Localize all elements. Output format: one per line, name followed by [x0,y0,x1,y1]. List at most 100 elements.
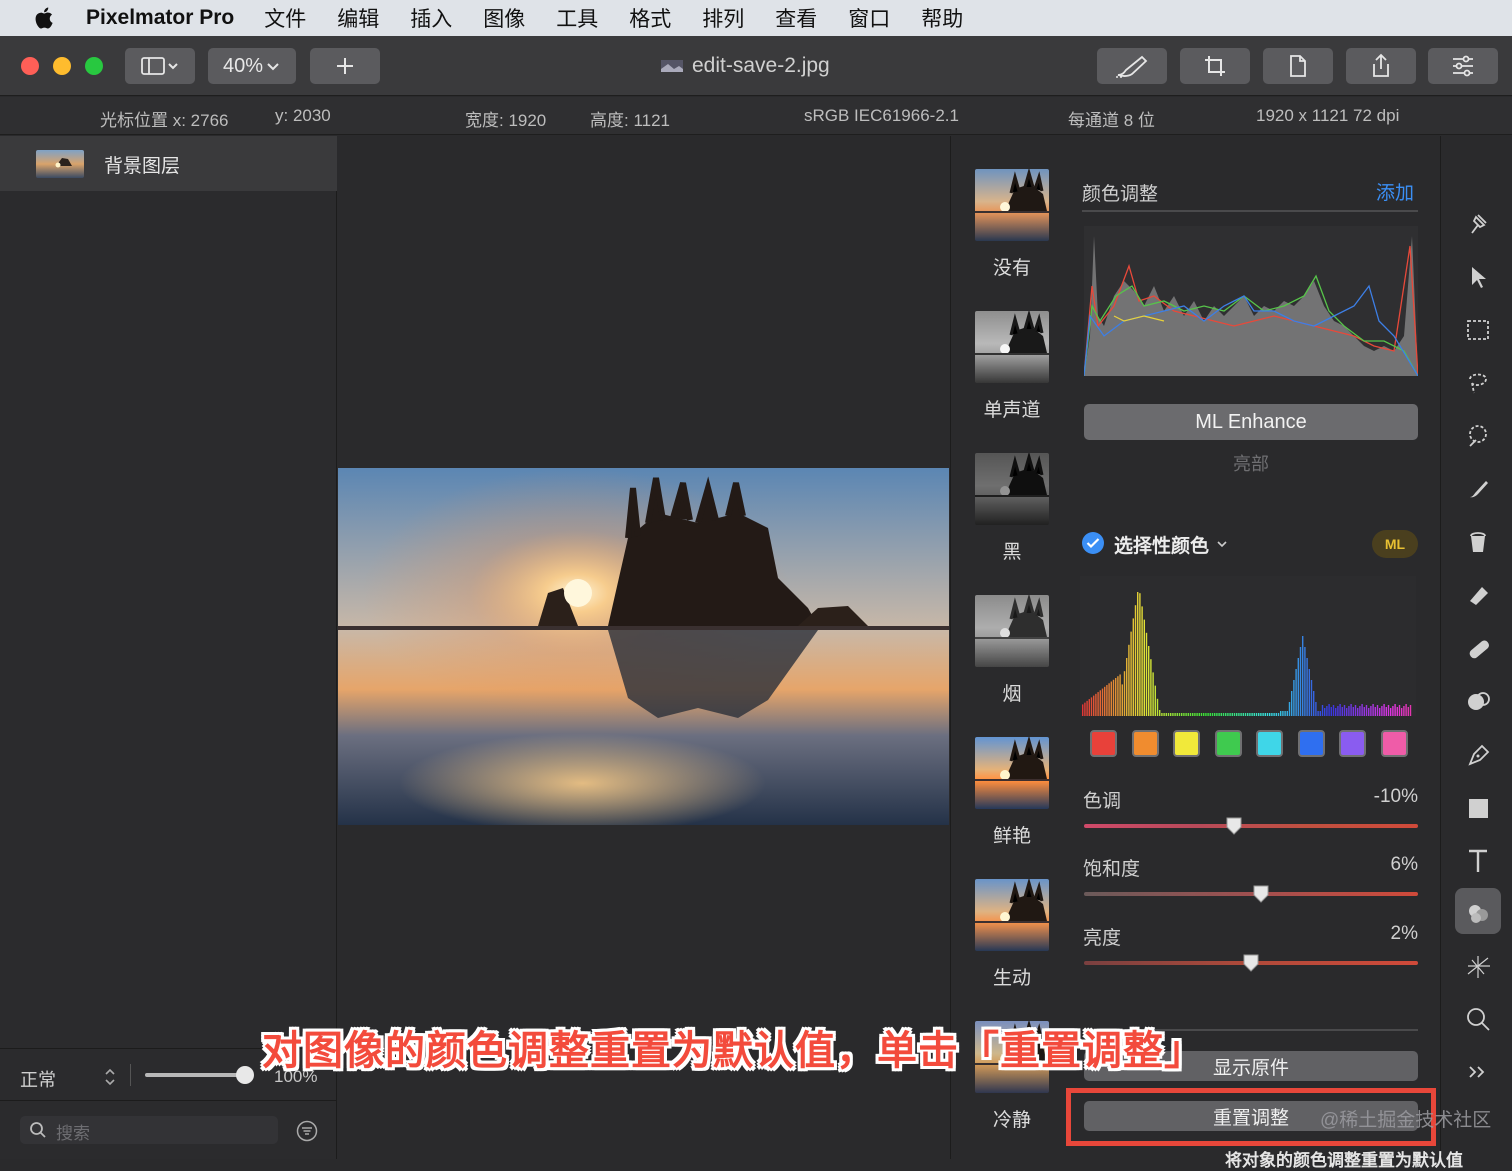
paint-bucket-tool[interactable] [1463,527,1493,557]
rect-select-tool[interactable] [1463,315,1493,345]
menu-tools[interactable]: 工具 [556,3,598,33]
color-swatch-yellow[interactable] [1173,730,1200,757]
menu-insert[interactable]: 插入 [410,3,452,33]
share-button[interactable] [1346,48,1416,84]
histogram-bar [1097,692,1099,716]
hue-value[interactable]: -10% [1374,786,1418,808]
ml-enhance-button[interactable]: ML Enhance [1084,404,1418,440]
text-tool[interactable] [1463,845,1493,875]
effects-tool[interactable] [1463,951,1493,981]
blend-mode-select[interactable]: 正常 [20,1066,56,1092]
lightness-slider-knob[interactable] [1242,953,1260,973]
chevron-down-icon [267,63,279,71]
pin-tool[interactable] [1463,210,1493,240]
histogram-bar [1161,713,1163,716]
more-tools-tool[interactable] [1463,1057,1493,1087]
color-swatch-cyan[interactable] [1256,730,1283,757]
color-swatch-blue[interactable] [1297,730,1325,757]
histogram-bar [1284,711,1286,716]
preset-label: 冷静 [992,1110,1031,1131]
histogram-bar [1302,636,1304,716]
presets-column: 没有单声道黑烟鲜艳生动冷静 [950,136,1070,1159]
opacity-slider[interactable] [145,1073,245,1077]
filter-icon[interactable] [296,1120,318,1142]
selective-color-title[interactable]: 选择性颜色 [1114,531,1209,558]
color-swatch-red[interactable] [1090,730,1117,757]
color-adjust-tool[interactable] [1463,898,1493,928]
search-icon [30,1122,46,1138]
histogram-bar [1095,693,1097,716]
histogram-bar [1313,691,1315,716]
ml-badge[interactable]: ML [1372,530,1418,558]
add-button[interactable] [310,48,380,84]
saturation-slider[interactable] [1084,892,1418,896]
crop-button[interactable] [1180,48,1250,84]
clone-tool[interactable] [1463,686,1493,716]
histogram-bar [1374,707,1376,716]
zoom-tool[interactable] [1463,1004,1493,1034]
hue-slider[interactable] [1084,824,1418,828]
preset-lively[interactable]: 生动 [975,879,1049,990]
updown-chevron-icon[interactable] [103,1067,117,1087]
bit-depth-readout: 每通道 8 位 [1068,111,1155,130]
adjustments-button[interactable] [1428,48,1498,84]
preset-smoke[interactable]: 烟 [975,595,1049,706]
pen-tool[interactable] [1463,739,1493,769]
hue-label: 色调 [1083,791,1122,812]
image-canvas[interactable] [338,136,949,1159]
layer-search-row: 搜索 [0,1100,337,1159]
cursor-tool[interactable] [1463,262,1493,292]
preset-none[interactable]: 没有 [975,169,1049,280]
color-swatch-purple[interactable] [1339,730,1366,757]
saturation-slider-knob[interactable] [1252,884,1270,904]
menu-view[interactable]: 查看 [775,3,817,33]
bandage-tool[interactable] [1463,633,1493,663]
lightness-value[interactable]: 2% [1391,923,1418,945]
sidebar-icon [141,57,178,75]
preset-mono[interactable]: 单声道 [975,311,1049,422]
preset-vivid[interactable]: 鲜艳 [975,737,1049,848]
color-swatch-orange[interactable] [1131,730,1159,757]
menu-window[interactable]: 窗口 [848,3,890,33]
eraser-tool[interactable] [1463,580,1493,610]
histogram-bar [1209,713,1211,716]
document-button[interactable] [1263,48,1333,84]
lasso-tool[interactable] [1463,368,1493,398]
menu-edit[interactable]: 编辑 [337,3,379,33]
enable-checkbox[interactable] [1082,532,1104,554]
color-swatch-magenta[interactable] [1380,730,1408,757]
histogram-bar [1341,707,1343,716]
close-window-button[interactable] [21,57,39,75]
sidebar-toggle-button[interactable] [125,48,195,84]
color-swatch-green[interactable] [1214,730,1242,757]
menu-file[interactable]: 文件 [264,3,306,33]
layer-row-background[interactable]: 背景图层 [0,136,337,191]
saturation-value[interactable]: 6% [1391,854,1418,876]
zoom-window-button[interactable] [85,57,103,75]
histogram-bar [1216,713,1218,716]
paint-brush-tool[interactable] [1463,474,1493,504]
retouch-tool-button[interactable] [1097,48,1167,84]
menu-arrange[interactable]: 排列 [702,3,744,33]
preset-black[interactable]: 黑 [975,453,1049,564]
menu-help[interactable]: 帮助 [921,3,963,33]
histogram-bar [1181,713,1183,716]
opacity-slider-knob[interactable] [236,1066,254,1084]
add-adjustment-link[interactable]: 添加 [1376,178,1414,205]
shape-icon [1469,799,1488,818]
magic-select-tool[interactable] [1463,421,1493,451]
menu-format[interactable]: 格式 [629,3,671,33]
shape-tool[interactable] [1463,792,1493,822]
app-name-menu[interactable]: Pixelmator Pro [86,6,234,30]
chevron-down-icon[interactable] [1216,539,1228,549]
apple-icon[interactable] [32,5,58,31]
minimize-window-button[interactable] [53,57,71,75]
menu-image[interactable]: 图像 [483,3,525,33]
layer-search-input[interactable]: 搜索 [20,1116,278,1144]
hue-slider-knob[interactable] [1225,816,1243,836]
histogram-bar [1368,708,1370,716]
histogram-bar [1339,704,1341,716]
histogram-bar [1354,705,1357,716]
histogram-bar [1275,713,1277,716]
zoom-dropdown[interactable]: 40% [208,48,296,84]
